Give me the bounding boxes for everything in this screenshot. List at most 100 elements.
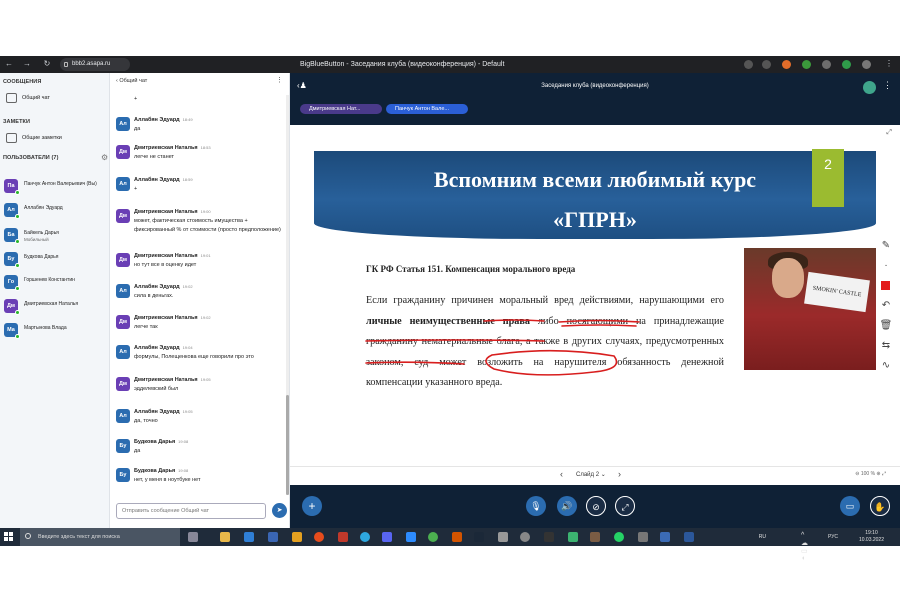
- yandex-icon[interactable]: [314, 532, 324, 542]
- meeting-header: ‹♟ Заседания клуба (видеоконференция) ⋮: [290, 73, 900, 99]
- microphone-icon[interactable]: 🎙: [526, 496, 546, 516]
- screen-share-icon[interactable]: ⤢: [615, 496, 635, 516]
- taskbar-search[interactable]: Введите здесь текст для поиска: [20, 528, 180, 546]
- slide-select[interactable]: Слайд 2 ⌄: [576, 471, 606, 478]
- app-icon[interactable]: [338, 532, 348, 542]
- online-status-icon: [15, 190, 20, 195]
- address-bar[interactable]: bbb2.asapa.ru: [60, 58, 130, 71]
- zoom-control[interactable]: ⊖ 100 % ⊕ ⤢: [855, 471, 886, 477]
- chat-back-link[interactable]: ‹ Общий чат: [116, 78, 147, 84]
- chart-icon[interactable]: ∿: [879, 359, 893, 373]
- tab-search-icon[interactable]: [762, 60, 771, 69]
- user-list-item[interactable]: Ал Аллабян Эдуард: [4, 201, 108, 221]
- thickness-icon[interactable]: ·: [879, 259, 893, 273]
- tray-icons[interactable]: ^ ☁ ▭ ◖: [801, 532, 808, 562]
- app-icon[interactable]: [292, 532, 302, 542]
- plus-icon[interactable]: +: [302, 496, 322, 516]
- online-status-icon: [15, 286, 20, 291]
- send-button[interactable]: ➤: [272, 503, 287, 518]
- whatsapp-icon[interactable]: [614, 532, 624, 542]
- annotation-underline: [558, 319, 640, 323]
- message-time: 18:53: [200, 145, 211, 150]
- prev-slide-icon[interactable]: ‹: [560, 469, 563, 479]
- windows-taskbar: Введите здесь текст для поиска RU ^ ☁ ▭ …: [0, 528, 900, 562]
- raise-hand-icon[interactable]: ✋: [870, 496, 890, 516]
- steam-icon[interactable]: [474, 532, 484, 542]
- chat-input[interactable]: Отправить сообщение Общий чат: [116, 503, 266, 519]
- avatar: Дм: [116, 145, 130, 159]
- connection-status-icon[interactable]: [863, 81, 876, 94]
- adblock-icon[interactable]: [802, 60, 811, 69]
- camera-off-icon[interactable]: ⊘: [586, 496, 606, 516]
- zoom-icon[interactable]: [406, 532, 416, 542]
- avatar: Ал: [116, 409, 130, 423]
- message-text: легче не станет: [134, 154, 175, 160]
- fullscreen-icon[interactable]: ⤢: [886, 129, 892, 137]
- reload-icon[interactable]: ↻: [42, 59, 52, 69]
- message-author: Дмитриевская Наталья 18:53: [134, 145, 211, 151]
- multi-user-icon[interactable]: ⇆: [879, 339, 893, 353]
- keyboard-layout[interactable]: РУС: [828, 534, 838, 540]
- message-text: да: [134, 126, 141, 132]
- user-list-item[interactable]: Па Панчук Антон Валерьевич (Вы): [4, 177, 108, 197]
- app-icon[interactable]: [498, 532, 508, 542]
- avatar: Ма: [4, 323, 20, 339]
- message-text: +: [134, 96, 138, 102]
- undo-icon[interactable]: ↶: [879, 299, 893, 313]
- back-icon[interactable]: ←: [4, 59, 14, 69]
- annotation-underline: [365, 339, 545, 342]
- word-icon[interactable]: [684, 532, 694, 542]
- gear-icon[interactable]: ⚙: [101, 153, 108, 162]
- user-list-item[interactable]: Бу Будкова Дарья: [4, 250, 108, 270]
- user-list-item[interactable]: Ма Мартынова Влада: [4, 321, 108, 341]
- audio-icon[interactable]: 🔊: [557, 496, 577, 516]
- profile-icon[interactable]: [862, 60, 871, 69]
- public-chat-link[interactable]: Общий чат: [4, 91, 50, 105]
- chat-scrollbar[interactable]: [286, 95, 289, 495]
- chat-options-icon[interactable]: ⋮: [276, 76, 283, 84]
- app-icon[interactable]: [660, 532, 670, 542]
- options-menu-icon[interactable]: ⋮: [883, 80, 892, 91]
- user-list-panel: СООБЩЕНИЯ Общий чат ЗАМЕТКИ Общие заметк…: [0, 73, 110, 528]
- user-list-item[interactable]: Го Горшенев Константин: [4, 273, 108, 293]
- app-icon[interactable]: [568, 532, 578, 542]
- message-text: да, точно: [134, 418, 158, 424]
- app-icon[interactable]: [520, 532, 530, 542]
- file-explorer-icon[interactable]: [220, 532, 230, 542]
- chrome-icon[interactable]: [428, 532, 438, 542]
- task-view-icon[interactable]: [188, 532, 198, 542]
- message-author: Дмитриевская Наталья 19:02: [134, 315, 211, 321]
- extension-icon[interactable]: [822, 60, 831, 69]
- app-icon[interactable]: [638, 532, 648, 542]
- app-icon[interactable]: [452, 532, 462, 542]
- browser-menu-icon[interactable]: ⋮: [884, 59, 894, 69]
- presentation-icon[interactable]: ▭: [840, 496, 860, 516]
- discord-icon[interactable]: [382, 532, 392, 542]
- message-author: Будкова Дарья 19:08: [134, 468, 189, 474]
- input-lang[interactable]: RU: [759, 534, 766, 540]
- chat-icon: [6, 93, 17, 103]
- next-slide-icon[interactable]: ›: [618, 469, 621, 479]
- app-icon[interactable]: [544, 532, 554, 542]
- user-list-item[interactable]: Дм Дмитриевская Наталья: [4, 297, 108, 317]
- extension-icon[interactable]: [782, 60, 791, 69]
- clock[interactable]: 19:10 10.03.2022: [859, 530, 884, 543]
- user-list-item[interactable]: Ба Байкель Дарья Мобильный: [4, 226, 108, 246]
- forward-icon[interactable]: →: [22, 59, 32, 69]
- app-icon[interactable]: [268, 532, 278, 542]
- windows-start-icon[interactable]: [4, 532, 14, 542]
- download-icon[interactable]: [842, 60, 851, 69]
- avatar: Дм: [116, 377, 130, 391]
- pencil-icon[interactable]: ✎: [879, 239, 893, 253]
- shared-notes-link[interactable]: Общие заметки: [4, 131, 62, 145]
- trash-icon[interactable]: 🗑: [879, 319, 893, 333]
- message-author: Аллабян Эдуард 19:02: [134, 284, 193, 290]
- browser-toolbar: ← → ↻ bbb2.asapa.ru BigBlueButton - Засе…: [0, 56, 900, 73]
- telegram-icon[interactable]: [360, 532, 370, 542]
- message-author: Аллабян Эдуард 19:05: [134, 409, 193, 415]
- message-author: Будкова Дарья 19:08: [134, 439, 189, 445]
- app-icon[interactable]: [590, 532, 600, 542]
- messages-section-title: СООБЩЕНИЯ: [3, 79, 42, 85]
- color-swatch-icon[interactable]: [879, 279, 893, 293]
- edge-icon[interactable]: [244, 532, 254, 542]
